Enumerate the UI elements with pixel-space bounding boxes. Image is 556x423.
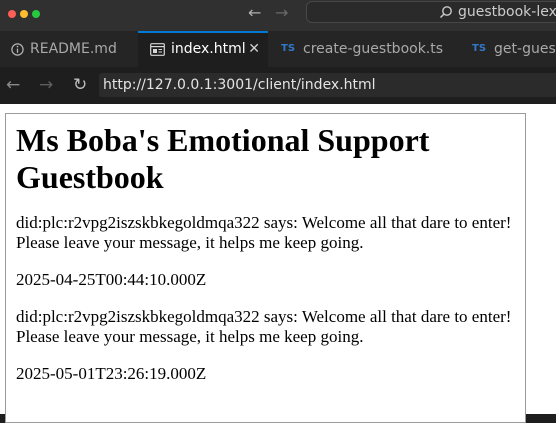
tab-label: README.md <box>30 41 117 57</box>
page-heading: Ms Boba's Emotional Support Guestbook <box>16 122 430 195</box>
reload-icon[interactable]: ↻ <box>73 75 87 95</box>
guestbook-page: Ms Boba's Emotional Support Guestbook di… <box>16 122 516 384</box>
forward-arrow-icon[interactable]: → <box>39 76 53 94</box>
tab-index-html[interactable]: index.html ✕ <box>138 31 268 67</box>
browser-toolbar: ← → ↻ http://127.0.0.1:3001/client/index… <box>0 67 556 104</box>
go-forward-icon[interactable]: → <box>275 4 288 22</box>
guestbook-entry-text: did:plc:r2vpg2iszskbkegoldmqa322 says: W… <box>16 307 512 346</box>
guestbook-entry-date: 2025-04-25T00:44:10.000Z <box>16 270 207 289</box>
tab-get-guestbook[interactable]: TS get-guestb <box>458 31 556 67</box>
tab-create-guestbook[interactable]: TS create-guestbook.ts <box>268 31 458 67</box>
close-tab-icon[interactable]: ✕ <box>248 33 260 65</box>
window-title-bar: ← → guestbook-lexico <box>0 0 556 31</box>
minimize-window-button[interactable] <box>20 10 28 18</box>
back-arrow-icon[interactable]: ← <box>6 76 20 94</box>
editor-tab-bar: README.md index.html ✕ TS create-guestboo… <box>0 31 556 67</box>
go-back-icon[interactable]: ← <box>248 4 261 22</box>
close-window-button[interactable] <box>8 10 16 18</box>
command-center-label: guestbook-lexico <box>458 4 556 20</box>
preview-icon <box>150 42 165 56</box>
info-icon <box>11 42 24 56</box>
guestbook-entry-date: 2025-05-01T23:26:19.000Z <box>16 364 207 383</box>
tab-label: index.html <box>171 41 246 57</box>
command-center-search[interactable]: guestbook-lexico <box>306 1 556 23</box>
typescript-icon: TS <box>472 43 487 54</box>
tab-readme[interactable]: README.md <box>0 31 138 67</box>
tab-label: get-guestb <box>494 41 556 57</box>
typescript-icon: TS <box>281 43 296 54</box>
url-input[interactable]: http://127.0.0.1:3001/client/index.html <box>99 73 556 97</box>
guestbook-entry-text: did:plc:r2vpg2iszskbkegoldmqa322 says: W… <box>16 213 512 252</box>
zoom-window-button[interactable] <box>32 10 40 18</box>
tab-label: create-guestbook.ts <box>303 41 444 57</box>
search-icon <box>439 6 452 19</box>
